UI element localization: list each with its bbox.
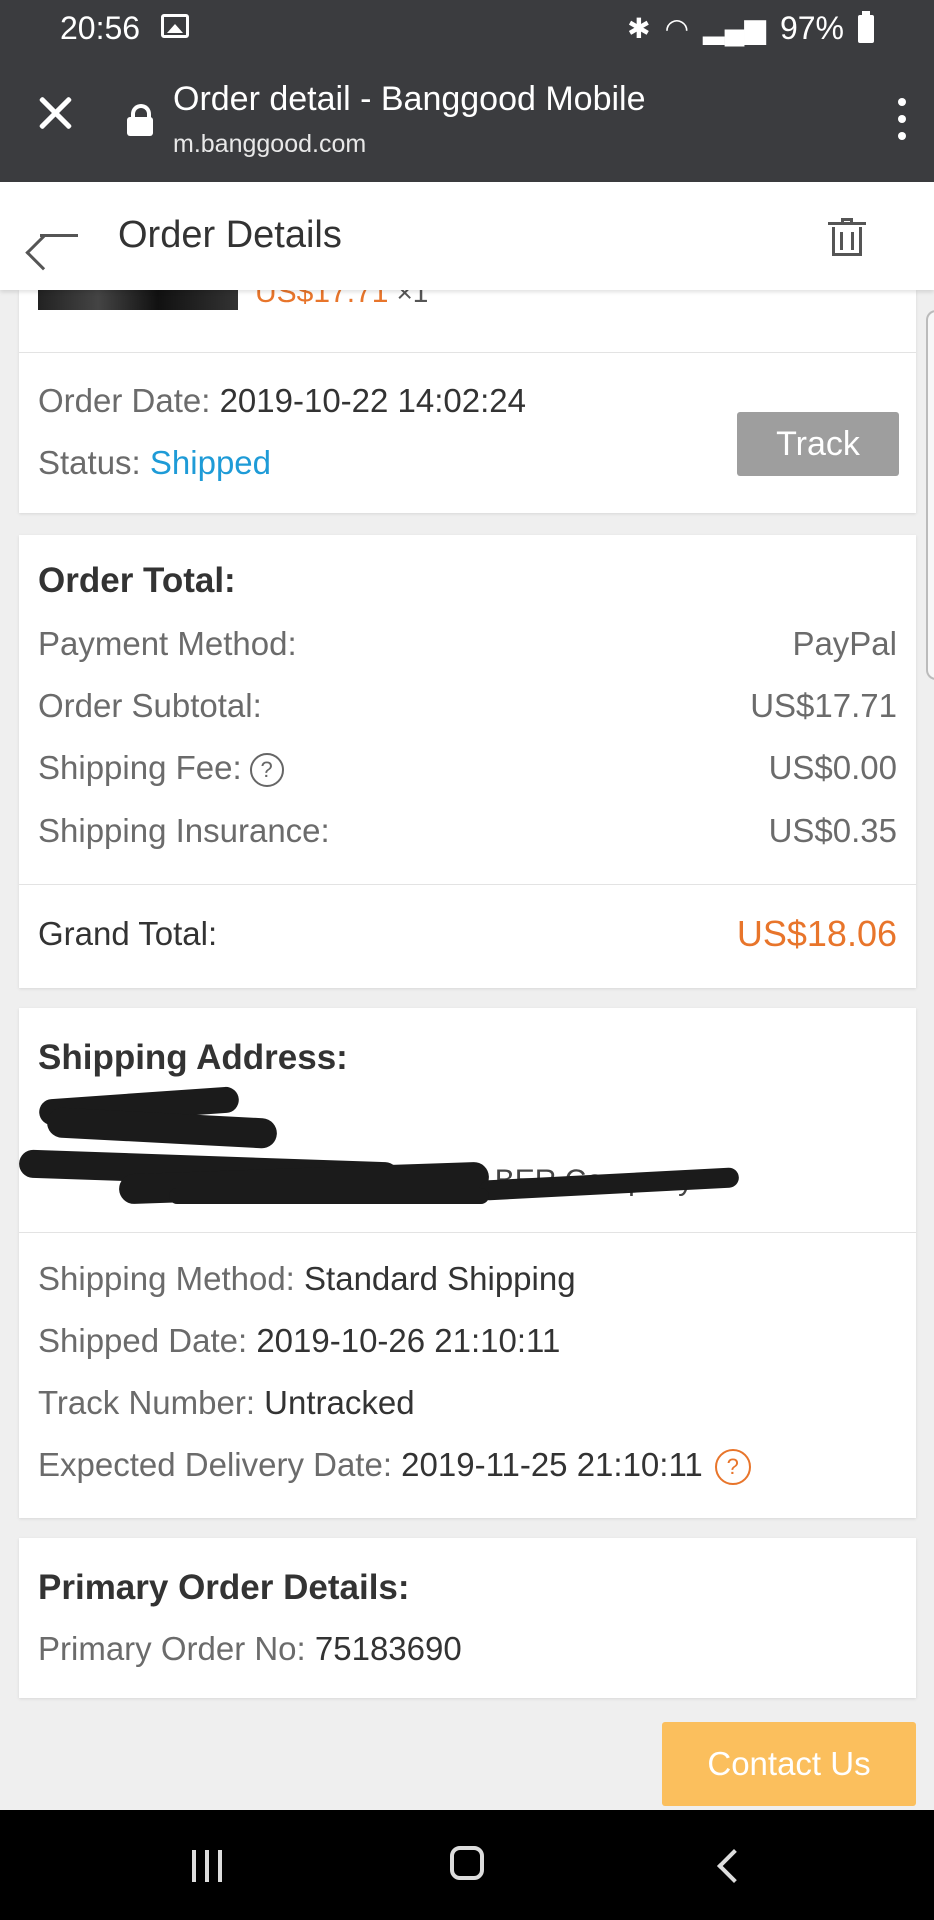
browser-toolbar: Order detail - Banggood Mobile m.banggoo…	[0, 56, 934, 182]
more-options-icon[interactable]	[898, 98, 906, 140]
system-nav-bar	[0, 1810, 934, 1920]
help-icon[interactable]: ?	[714, 1449, 751, 1486]
wifi-icon: ◠	[664, 13, 690, 44]
battery-percent: 97%	[779, 10, 844, 46]
primary-order-heading: Primary Order Details:	[38, 1568, 410, 1607]
product-thumbnail[interactable]	[38, 290, 238, 310]
lock-icon	[127, 104, 153, 136]
status-label: Status:	[38, 444, 141, 481]
status-time: 20:56	[60, 10, 141, 46]
contact-us-button[interactable]: Contact Us	[662, 1722, 916, 1806]
shipping-insurance-label: Shipping Insurance:	[38, 812, 330, 849]
primary-order-value: 75183690	[314, 1630, 462, 1667]
shipping-address-heading: Shipping Address:	[38, 1038, 348, 1077]
image-notification-icon	[161, 14, 189, 38]
browser-page-title: Order detail - Banggood Mobile	[173, 80, 646, 118]
help-icon[interactable]: ?	[249, 753, 284, 788]
shipping-fee-row: Shipping Fee:?	[38, 749, 284, 788]
trash-icon[interactable]	[828, 218, 866, 256]
battery-icon	[858, 10, 874, 43]
home-icon[interactable]	[450, 1846, 484, 1880]
order-total-heading: Order Total:	[38, 561, 236, 600]
shipping-card: Shipping Address: 10355 BER Company Ship…	[18, 1008, 916, 1518]
payment-method-value: PayPal	[792, 625, 897, 662]
order-date-row: Order Date: 2019-10-22 14:02:24	[38, 382, 526, 420]
status-indicators: ✱ ◠ ▂▄▆ 97%	[627, 10, 874, 47]
divider	[19, 884, 916, 885]
track-number-label: Track Number:	[38, 1384, 255, 1421]
order-info-card: US$17.71 ×1 Order Date: 2019-10-22 14:02:…	[19, 276, 916, 513]
order-subtotal-label: Order Subtotal:	[38, 687, 262, 724]
recents-icon[interactable]	[192, 1850, 226, 1884]
shipping-method-label: Shipping Method:	[38, 1260, 295, 1297]
app-header: Order Details	[0, 182, 934, 290]
shipped-date-label: Shipped Date:	[38, 1322, 248, 1359]
scroll-handle[interactable]	[926, 310, 934, 680]
grand-total-label: Grand Total:	[38, 915, 218, 952]
order-date-label: Order Date:	[38, 382, 211, 419]
page-title: Order Details	[118, 214, 342, 256]
track-number-row: Track Number: Untracked	[38, 1384, 415, 1422]
close-icon[interactable]	[36, 94, 74, 132]
redacted-scribble	[169, 1188, 489, 1204]
shipping-method-value: Standard Shipping	[304, 1260, 576, 1297]
shipped-date-value: 2019-10-26 21:10:11	[256, 1322, 561, 1359]
signal-icon: ▂▄▆	[703, 13, 766, 44]
order-subtotal-value: US$17.71	[750, 687, 897, 724]
shipping-insurance-value: US$0.35	[768, 812, 897, 849]
expected-delivery-label: Expected Delivery Date:	[38, 1446, 392, 1483]
status-row: Status: Shipped	[38, 444, 271, 482]
status-value: Shipped	[149, 444, 272, 481]
bluetooth-icon: ✱	[627, 13, 651, 44]
primary-order-card: Primary Order Details: Primary Order No:…	[19, 1538, 916, 1698]
expected-delivery-value: 2019-11-25 21:10:11	[401, 1446, 703, 1483]
back-icon[interactable]	[717, 1849, 751, 1883]
track-button[interactable]: Track	[737, 412, 899, 476]
divider	[19, 1232, 916, 1233]
primary-order-row: Primary Order No: 75183690	[38, 1630, 462, 1668]
payment-method-label: Payment Method:	[38, 625, 297, 662]
order-total-card: Order Total: Payment Method: PayPal Orde…	[19, 535, 916, 988]
expected-delivery-row: Expected Delivery Date: 2019-11-25 21:10…	[38, 1446, 751, 1486]
grand-total-value: US$18.06	[736, 913, 897, 954]
shipping-fee-label: Shipping Fee:	[38, 749, 242, 786]
redacted-scribble	[46, 1107, 278, 1149]
shipping-method-row: Shipping Method: Standard Shipping	[38, 1260, 576, 1298]
order-date-value: 2019-10-22 14:02:24	[219, 382, 527, 419]
shipped-date-row: Shipped Date: 2019-10-26 21:10:11	[38, 1322, 560, 1360]
status-bar: 20:56 ✱ ◠ ▂▄▆ 97%	[0, 0, 934, 56]
back-arrow-icon[interactable]	[25, 216, 80, 271]
track-number-value: Untracked	[264, 1384, 415, 1421]
browser-url[interactable]: m.banggood.com	[173, 130, 366, 159]
divider	[19, 352, 916, 353]
primary-order-label: Primary Order No:	[38, 1630, 306, 1667]
shipping-fee-value: US$0.00	[768, 749, 897, 786]
